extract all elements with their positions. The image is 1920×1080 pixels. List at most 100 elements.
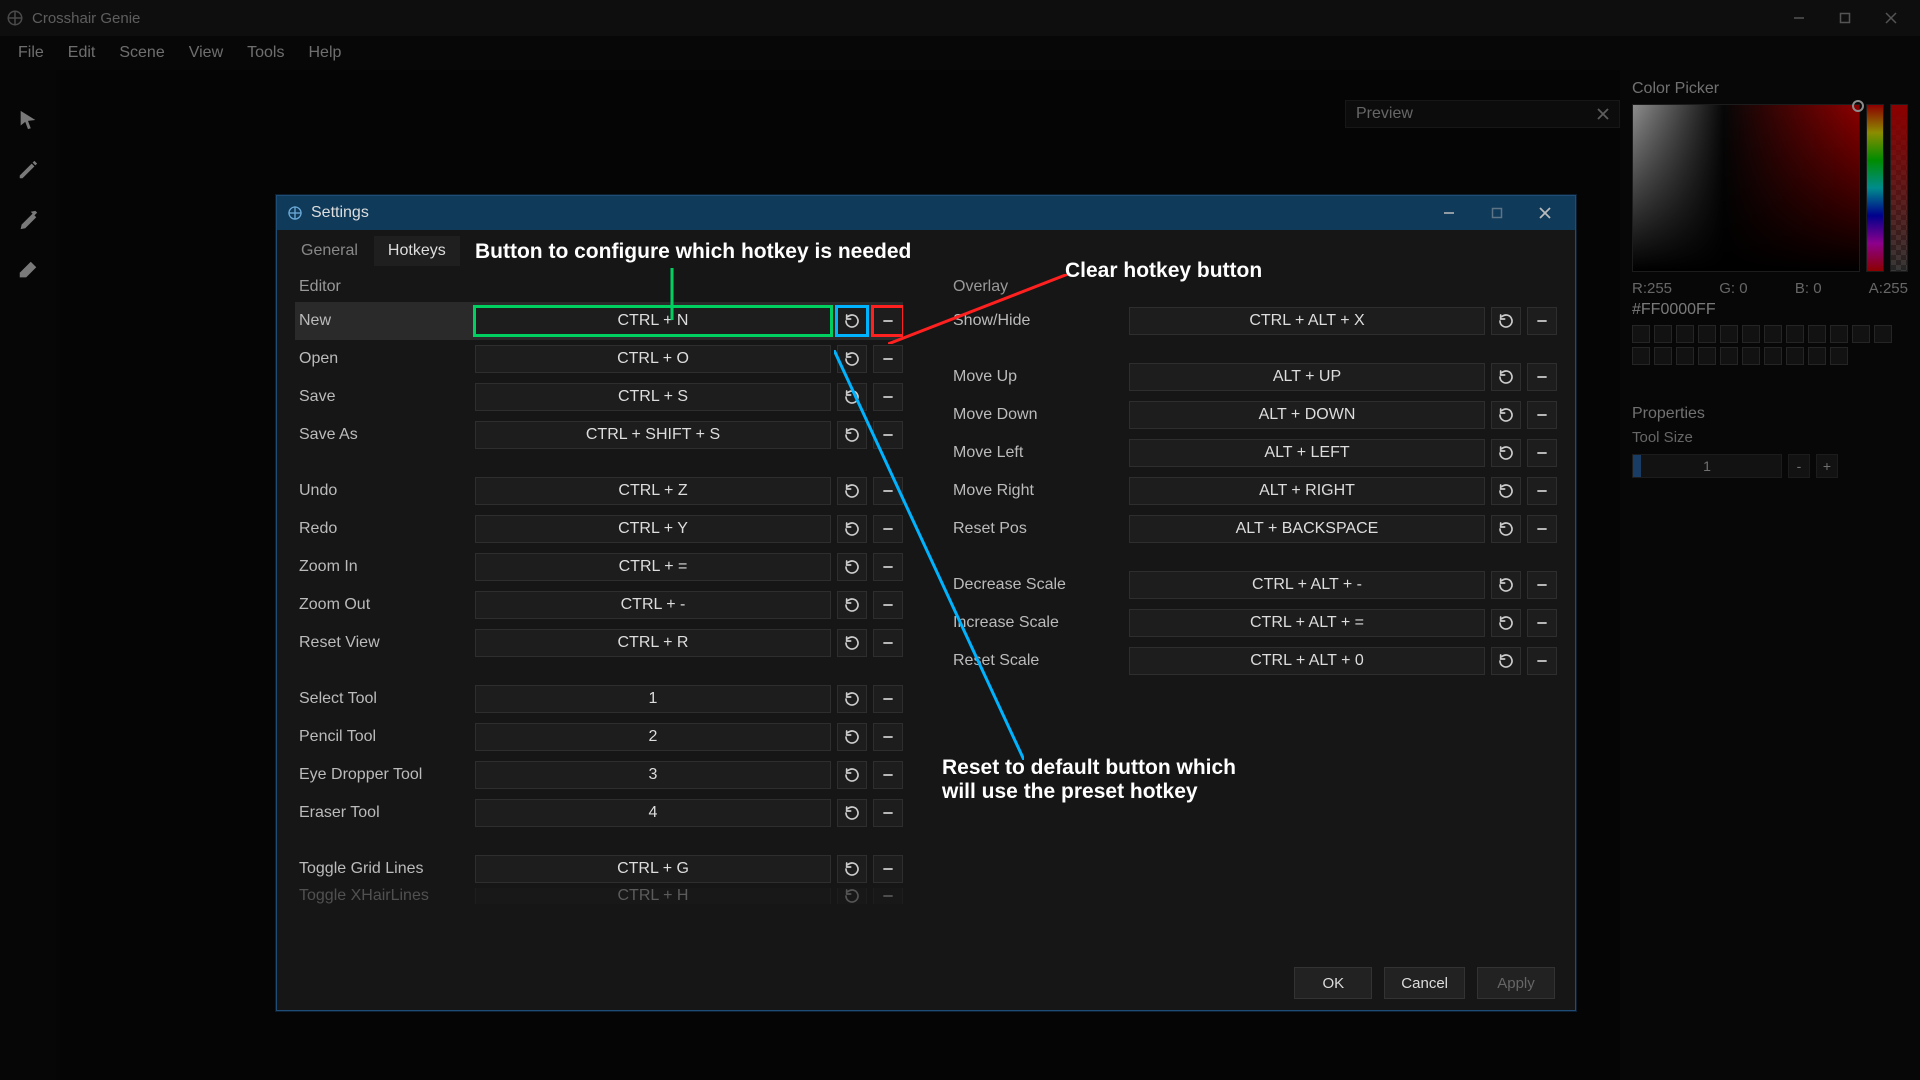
tool-size-field[interactable]: 1 bbox=[1632, 454, 1782, 478]
hotkey-field[interactable]: ALT + RIGHT bbox=[1129, 477, 1485, 505]
clear-hotkey-button[interactable] bbox=[1527, 647, 1557, 675]
sv-field[interactable] bbox=[1632, 104, 1860, 272]
reset-hotkey-button[interactable] bbox=[1491, 477, 1521, 505]
swatch[interactable] bbox=[1742, 325, 1760, 343]
select-tool-icon[interactable] bbox=[14, 106, 42, 134]
hotkey-field[interactable]: ALT + LEFT bbox=[1129, 439, 1485, 467]
menu-help[interactable]: Help bbox=[296, 38, 353, 68]
hotkey-field[interactable]: ALT + BACKSPACE bbox=[1129, 515, 1485, 543]
ok-button[interactable]: OK bbox=[1294, 967, 1372, 999]
hotkey-field[interactable]: 2 bbox=[475, 723, 831, 751]
hotkey-field[interactable]: CTRL + ALT + X bbox=[1129, 307, 1485, 335]
reset-hotkey-button[interactable] bbox=[1491, 439, 1521, 467]
swatch[interactable] bbox=[1830, 347, 1848, 365]
swatch[interactable] bbox=[1654, 325, 1672, 343]
hotkey-field[interactable]: 3 bbox=[475, 761, 831, 789]
reset-hotkey-button[interactable] bbox=[837, 855, 867, 883]
reset-hotkey-button[interactable] bbox=[1491, 401, 1521, 429]
hotkey-field[interactable]: 4 bbox=[475, 799, 831, 827]
menu-view[interactable]: View bbox=[177, 38, 235, 68]
clear-hotkey-button[interactable] bbox=[1527, 515, 1557, 543]
swatch[interactable] bbox=[1830, 325, 1848, 343]
hotkey-field[interactable]: CTRL + SHIFT + S bbox=[475, 421, 831, 449]
eyedropper-tool-icon[interactable] bbox=[14, 206, 42, 234]
swatch[interactable] bbox=[1720, 325, 1738, 343]
hotkey-field[interactable]: CTRL + H bbox=[475, 888, 831, 904]
tab-general[interactable]: General bbox=[287, 236, 372, 266]
hotkey-field[interactable]: ALT + DOWN bbox=[1129, 401, 1485, 429]
eraser-tool-icon[interactable] bbox=[14, 256, 42, 284]
hotkey-field[interactable]: CTRL + O bbox=[475, 345, 831, 373]
dialog-close-button[interactable] bbox=[1525, 196, 1565, 230]
reset-hotkey-button[interactable] bbox=[1491, 515, 1521, 543]
swatch[interactable] bbox=[1852, 325, 1870, 343]
swatch[interactable] bbox=[1874, 325, 1892, 343]
clear-hotkey-button[interactable] bbox=[1527, 401, 1557, 429]
swatch[interactable] bbox=[1698, 347, 1716, 365]
swatch[interactable] bbox=[1654, 347, 1672, 365]
reset-hotkey-button[interactable] bbox=[837, 799, 867, 827]
reset-hotkey-button[interactable] bbox=[837, 888, 867, 904]
preview-close-icon[interactable] bbox=[1597, 108, 1609, 120]
pencil-tool-icon[interactable] bbox=[14, 156, 42, 184]
dialog-maximize-button[interactable] bbox=[1477, 196, 1517, 230]
swatch[interactable] bbox=[1676, 325, 1694, 343]
tab-hotkeys[interactable]: Hotkeys bbox=[374, 236, 460, 266]
tool-size-decrement[interactable]: - bbox=[1788, 454, 1810, 478]
swatch[interactable] bbox=[1764, 347, 1782, 365]
swatch[interactable] bbox=[1720, 347, 1738, 365]
hotkey-field[interactable]: CTRL + G bbox=[475, 855, 831, 883]
hotkey-field[interactable]: CTRL + Z bbox=[475, 477, 831, 505]
clear-hotkey-button[interactable] bbox=[1527, 571, 1557, 599]
swatch[interactable] bbox=[1632, 325, 1650, 343]
hotkey-field[interactable]: CTRL + S bbox=[475, 383, 831, 411]
clear-hotkey-button[interactable] bbox=[873, 799, 903, 827]
hotkey-field[interactable]: CTRL + N bbox=[475, 307, 831, 335]
reset-hotkey-button[interactable] bbox=[837, 761, 867, 789]
menu-scene[interactable]: Scene bbox=[107, 38, 176, 68]
menu-edit[interactable]: Edit bbox=[56, 38, 108, 68]
dialog-minimize-button[interactable] bbox=[1429, 196, 1469, 230]
swatch[interactable] bbox=[1632, 347, 1650, 365]
swatch[interactable] bbox=[1786, 325, 1804, 343]
hotkey-field[interactable]: CTRL + ALT + - bbox=[1129, 571, 1485, 599]
hotkey-field[interactable]: ALT + UP bbox=[1129, 363, 1485, 391]
close-button[interactable] bbox=[1868, 0, 1914, 36]
hotkey-field[interactable]: CTRL + Y bbox=[475, 515, 831, 543]
clear-hotkey-button[interactable] bbox=[1527, 477, 1557, 505]
minimize-button[interactable] bbox=[1776, 0, 1822, 36]
maximize-button[interactable] bbox=[1822, 0, 1868, 36]
apply-button[interactable]: Apply bbox=[1477, 967, 1555, 999]
hotkey-field[interactable]: CTRL + ALT + 0 bbox=[1129, 647, 1485, 675]
swatch[interactable] bbox=[1676, 347, 1694, 365]
clear-hotkey-button[interactable] bbox=[873, 761, 903, 789]
dialog-titlebar[interactable]: Settings bbox=[277, 196, 1575, 230]
reset-hotkey-button[interactable] bbox=[1491, 609, 1521, 637]
hotkey-field[interactable]: 1 bbox=[475, 685, 831, 713]
clear-hotkey-button[interactable] bbox=[873, 888, 903, 904]
cancel-button[interactable]: Cancel bbox=[1384, 967, 1465, 999]
swatch[interactable] bbox=[1808, 347, 1826, 365]
clear-hotkey-button[interactable] bbox=[1527, 439, 1557, 467]
swatch[interactable] bbox=[1786, 347, 1804, 365]
swatch[interactable] bbox=[1764, 325, 1782, 343]
hotkey-field[interactable]: CTRL + ALT + = bbox=[1129, 609, 1485, 637]
menu-tools[interactable]: Tools bbox=[235, 38, 296, 68]
reset-hotkey-button[interactable] bbox=[1491, 363, 1521, 391]
hotkey-field[interactable]: CTRL + R bbox=[475, 629, 831, 657]
clear-hotkey-button[interactable] bbox=[1527, 307, 1557, 335]
menu-file[interactable]: File bbox=[6, 38, 56, 68]
alpha-slider[interactable] bbox=[1890, 104, 1908, 272]
clear-hotkey-button[interactable] bbox=[873, 855, 903, 883]
hotkey-field[interactable]: CTRL + = bbox=[475, 553, 831, 581]
tool-size-increment[interactable]: + bbox=[1816, 454, 1838, 478]
swatch[interactable] bbox=[1698, 325, 1716, 343]
reset-hotkey-button[interactable] bbox=[1491, 647, 1521, 675]
hue-slider[interactable] bbox=[1866, 104, 1884, 272]
clear-hotkey-button[interactable] bbox=[1527, 363, 1557, 391]
reset-hotkey-button[interactable] bbox=[837, 307, 867, 335]
swatch[interactable] bbox=[1742, 347, 1760, 365]
clear-hotkey-button[interactable] bbox=[1527, 609, 1557, 637]
hex-value[interactable]: #FF0000FF bbox=[1632, 301, 1908, 319]
color-picker[interactable] bbox=[1632, 104, 1908, 272]
